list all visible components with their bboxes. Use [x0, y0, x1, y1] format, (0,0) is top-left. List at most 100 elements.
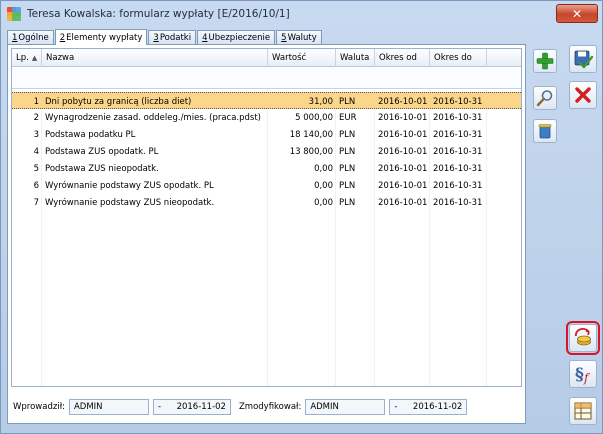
column-header-lp[interactable]: Lp. ▲ [12, 49, 42, 67]
modified-by-field: ADMIN [305, 399, 386, 415]
tab-label: Waluty [287, 33, 317, 43]
trash-icon [538, 124, 552, 139]
cell-do: 2016-10-31 [433, 197, 483, 208]
column-header-label: Okres do [434, 53, 472, 63]
column-header-wartosc[interactable]: Wartość [268, 49, 336, 67]
save-button[interactable] [569, 45, 597, 73]
cell-do: 2016-10-31 [433, 112, 483, 123]
cell-nazwa: Dni pobytu za granicą (liczba diet) [45, 96, 192, 107]
table-view-button[interactable] [569, 397, 597, 425]
audit-footer: Wprowadził: ADMIN - 2016-11-02 Zmodyfiko… [11, 395, 522, 419]
tab-4[interactable]: 4 Ubezpieczenie [197, 30, 276, 45]
paragraph-formula-icon: § f [575, 365, 591, 385]
cell-waluta: PLN [339, 96, 356, 107]
tab-hotkey: 1 [12, 33, 18, 43]
cell-waluta: PLN [339, 197, 356, 208]
cell-waluta: PLN [339, 146, 356, 157]
modified-date-dash: - [394, 402, 398, 412]
cell-do: 2016-10-31 [433, 96, 483, 107]
cell-nazwa: Podstawa podatku PL [45, 129, 136, 140]
cell-od: 2016-10-01 [378, 96, 428, 107]
cell-waluta: PLN [339, 163, 356, 174]
table-row[interactable]: 5 Podstawa ZUS nieopodatk. 0,00 PLN 2016-10-… [12, 160, 521, 177]
column-header-do[interactable]: Okres do [430, 49, 487, 67]
tab-1[interactable]: 1 Ogólne [7, 30, 54, 45]
cell-od: 2016-10-01 [378, 180, 428, 191]
cell-waluta: PLN [339, 180, 356, 191]
table-row[interactable]: 3 Podstawa podatku PL 18 140,00 PLN 2016-10-… [12, 126, 521, 143]
entered-by-label: Wprowadził: [13, 402, 65, 412]
table-icon [574, 402, 592, 420]
cell-waluta: PLN [339, 129, 356, 140]
grid-filter-row[interactable] [12, 67, 521, 89]
sort-ascending-icon: ▲ [31, 54, 38, 62]
recalculate-button[interactable] [566, 321, 600, 355]
cell-waluta: EUR [339, 112, 357, 123]
cell-lp: 2 [33, 112, 39, 123]
table-row[interactable]: 7 Wyrównanie podstawy ZUS nieopodatk. 0,00… [12, 194, 521, 211]
tab-label: Podatki [159, 33, 192, 43]
cancel-button[interactable] [569, 81, 597, 109]
cell-od: 2016-10-01 [378, 112, 428, 123]
cell-wartosc: 0,00 [314, 180, 333, 191]
cell-do: 2016-10-31 [433, 146, 483, 157]
cell-od: 2016-10-01 [378, 146, 428, 157]
app-icon [7, 7, 21, 21]
tab-strip: 1 Ogólne 2 Elementy wypłaty 3 Podatki 4 Ubezpie… [7, 29, 323, 45]
modified-date-field: - 2016-11-02 [389, 399, 468, 415]
cell-wartosc: 31,00 [308, 96, 333, 107]
cell-lp: 6 [33, 180, 39, 191]
modified-by-label: Zmodyfikował: [238, 402, 302, 412]
table-row[interactable]: 1 Dni pobytu za granicą (liczba diet) 31,0… [12, 92, 521, 109]
cell-lp: 1 [33, 96, 39, 107]
edit-element-button[interactable] [533, 86, 557, 110]
column-header-waluta[interactable]: Waluta [336, 49, 375, 67]
add-element-button[interactable] [533, 49, 557, 73]
column-header-od[interactable]: Okres od [375, 49, 430, 67]
table-row[interactable]: 2 Wynagrodzenie zasad. oddeleg./mies. (pr… [12, 109, 521, 126]
title-bar: Teresa Kowalska: formularz wypłaty [E/20… [1, 1, 602, 27]
tab-hotkey: 3 [153, 33, 159, 43]
cancel-icon [575, 87, 591, 103]
entered-by-field: ADMIN [68, 399, 149, 415]
tab-2[interactable]: 2 Elementy wypłaty [54, 29, 148, 45]
cell-od: 2016-10-01 [378, 197, 428, 208]
payroll-form-window: Teresa Kowalska: formularz wypłaty [E/20… [0, 0, 603, 434]
column-header-label: Okres od [379, 53, 417, 63]
cell-do: 2016-10-31 [433, 163, 483, 174]
tab-3[interactable]: 3 Podatki [148, 30, 197, 45]
cell-od: 2016-10-01 [378, 163, 428, 174]
cell-wartosc: 0,00 [314, 163, 333, 174]
window-close-button[interactable]: ✕ [556, 4, 598, 23]
cell-od: 2016-10-01 [378, 129, 428, 140]
table-row[interactable]: 4 Podstawa ZUS opodatk. PL 13 800,00 PLN 201… [12, 143, 521, 160]
magnifier-icon [536, 90, 553, 107]
cell-nazwa: Wyrównanie podstawy ZUS opodatk. PL [45, 180, 214, 191]
entered-date-value: 2016-11-02 [176, 402, 226, 412]
column-header-label: Wartość [272, 53, 307, 63]
grid-header: Lp. ▲ Nazwa Wartość Waluta Okres od Okres do [12, 49, 521, 67]
svg-text:f: f [583, 371, 591, 385]
payroll-elements-grid[interactable]: Lp. ▲ Nazwa Wartość Waluta Okres od Okres do 1… [11, 48, 522, 387]
delete-element-button[interactable] [533, 119, 557, 143]
column-header-label: Lp. [16, 53, 29, 63]
tab-label: Elementy wypłaty [66, 32, 143, 43]
column-header-nazwa[interactable]: Nazwa [42, 49, 268, 67]
window-title: Teresa Kowalska: formularz wypłaty [E/20… [27, 8, 290, 20]
tab-label: Ubezpieczenie [208, 33, 271, 43]
modified-date-value: 2016-11-02 [412, 402, 463, 412]
cell-do: 2016-10-31 [433, 129, 483, 140]
formula-button[interactable]: § f [569, 360, 597, 388]
table-row[interactable]: 6 Wyrównanie podstawy ZUS opodatk. PL 0,00… [12, 177, 521, 194]
plus-icon [536, 52, 554, 70]
tab-5[interactable]: 5 Waluty [276, 30, 322, 45]
tab-panel-elementy-wyplaty: Lp. ▲ Nazwa Wartość Waluta Okres od Okres do 1… [7, 44, 526, 424]
cell-wartosc: 13 800,00 [289, 146, 333, 157]
tab-label: Ogólne [18, 33, 49, 43]
column-header-label: Waluta [340, 53, 370, 63]
cell-lp: 3 [33, 129, 39, 140]
cell-nazwa: Podstawa ZUS nieopodatk. [45, 163, 159, 174]
save-icon [574, 50, 594, 69]
cell-lp: 7 [33, 197, 39, 208]
tab-hotkey: 4 [202, 33, 208, 43]
